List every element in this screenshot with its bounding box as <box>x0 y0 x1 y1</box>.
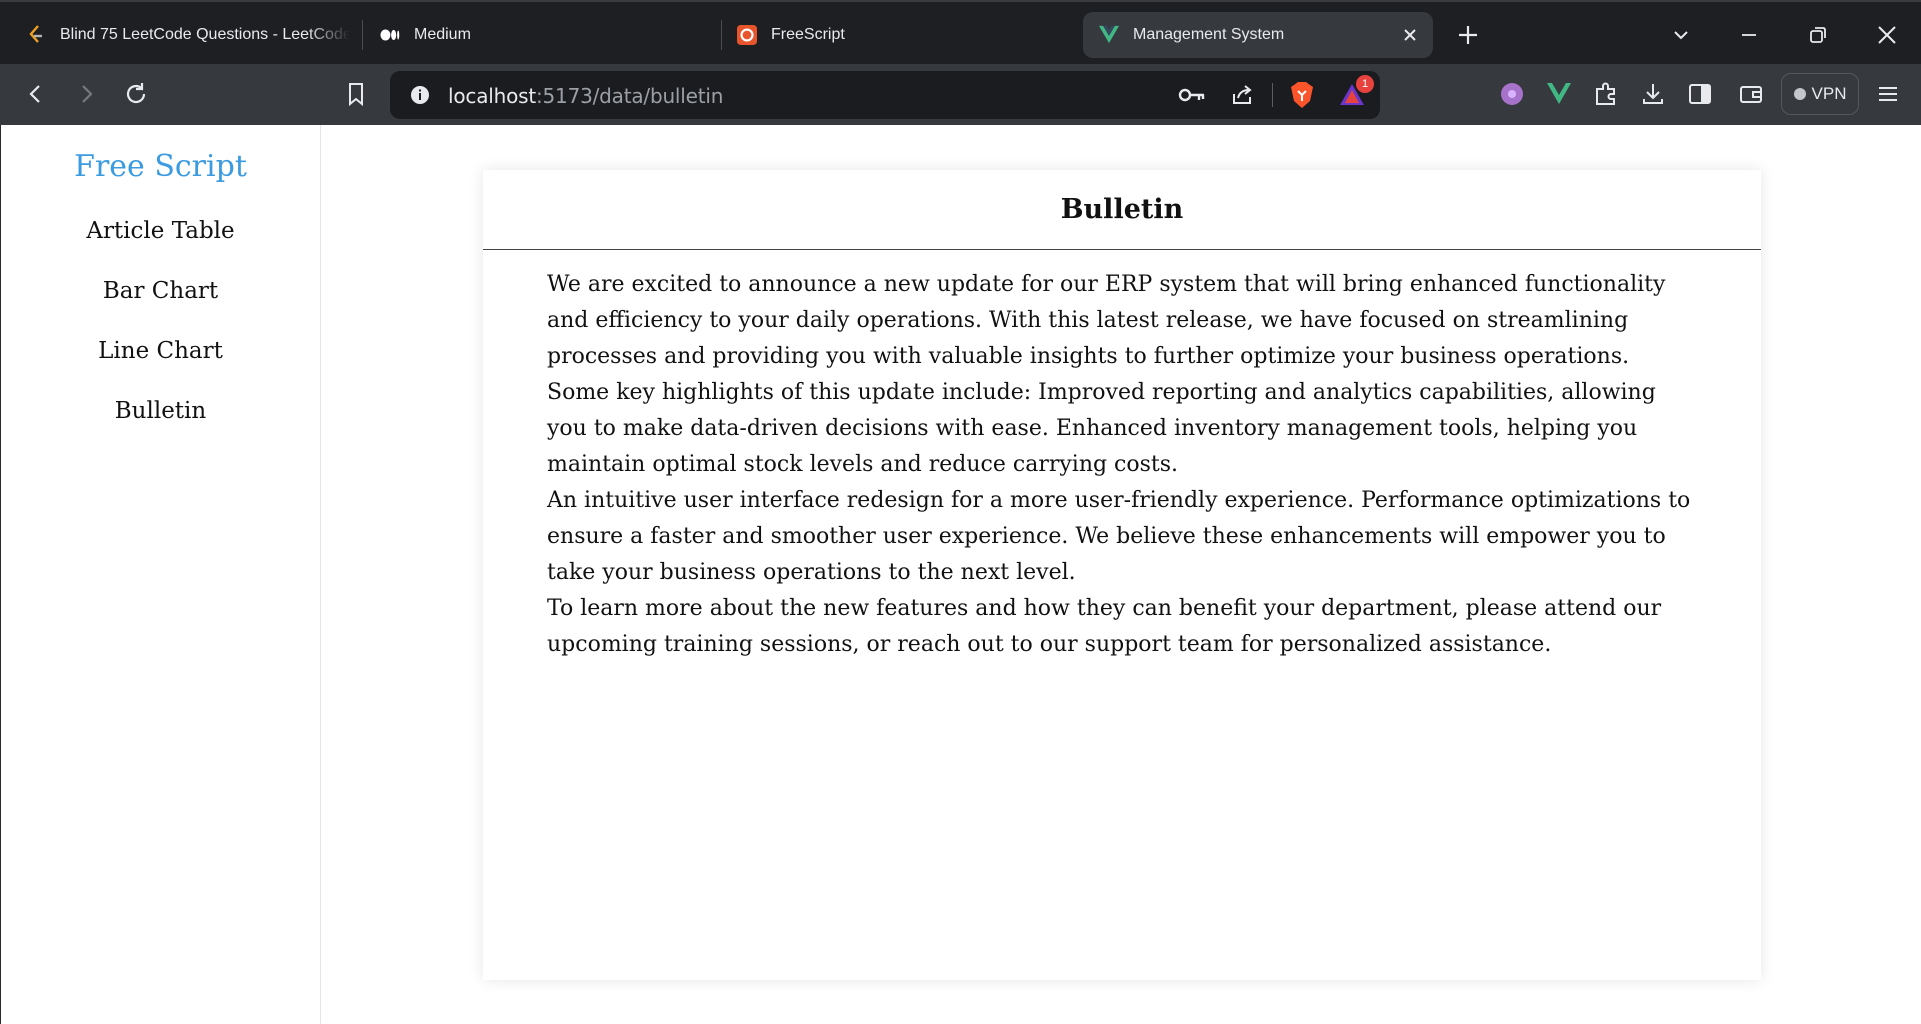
bookmark-icon[interactable] <box>342 80 370 108</box>
bulletin-card: Bulletin We are excited to announce a ne… <box>483 170 1761 980</box>
url-text[interactable]: localhost:5173/data/bulletin <box>448 84 723 108</box>
vue-icon <box>1099 25 1119 45</box>
sidebar-item-bar-chart[interactable]: Bar Chart <box>1 274 320 308</box>
tab-title: FreeScript <box>771 26 845 43</box>
new-tab-icon[interactable] <box>1455 22 1481 48</box>
bulletin-title: Bulletin <box>483 170 1761 250</box>
address-bar[interactable]: localhost:5173/data/bulletin 1 <box>390 71 1380 119</box>
tab-freescript[interactable]: FreeScript <box>737 12 1067 58</box>
tab-title: Medium <box>414 26 471 43</box>
sidebar-toggle-icon[interactable] <box>1686 80 1714 108</box>
freescript-icon <box>737 25 757 45</box>
browser-tab-bar: Blind 75 LeetCode Questions - LeetCode D… <box>0 0 1921 64</box>
bulletin-paragraph: An intuitive user interface redesign for… <box>547 488 1691 585</box>
close-window-icon[interactable] <box>1874 22 1900 48</box>
leetcode-icon <box>26 25 46 45</box>
reload-icon[interactable] <box>122 80 150 108</box>
tab-divider <box>721 20 722 50</box>
url-divider <box>1272 83 1273 107</box>
browser-toolbar: localhost:5173/data/bulletin 1 VPN <box>0 64 1921 125</box>
brand-title[interactable]: Free Script <box>1 149 320 184</box>
tab-management-system[interactable]: Management System <box>1083 12 1433 58</box>
forward-icon[interactable] <box>72 80 100 108</box>
tab-title: Blind 75 LeetCode Questions - LeetCode D… <box>60 26 350 43</box>
sidebar-item-line-chart[interactable]: Line Chart <box>1 334 320 368</box>
vpn-status-icon <box>1793 88 1806 100</box>
restore-icon[interactable] <box>1805 22 1831 48</box>
notification-badge: 1 <box>1356 75 1374 93</box>
bulletin-paragraph: To learn more about the new features and… <box>547 596 1662 657</box>
tab-leetcode[interactable]: Blind 75 LeetCode Questions - LeetCode D… <box>26 12 356 58</box>
key-icon[interactable] <box>1178 81 1206 109</box>
downloads-icon[interactable] <box>1639 80 1667 108</box>
share-icon[interactable] <box>1228 81 1256 109</box>
extensions-icon[interactable] <box>1592 80 1620 108</box>
url-host: localhost <box>448 84 536 108</box>
sidebar-item-bulletin[interactable]: Bulletin <box>1 394 320 428</box>
tab-search-chevron-icon[interactable] <box>1668 22 1694 48</box>
menu-icon[interactable] <box>1874 80 1902 108</box>
url-path: :5173/data/bulletin <box>535 84 724 108</box>
bulletin-paragraph: We are excited to announce a new update … <box>547 272 1666 369</box>
sidebar-item-article-table[interactable]: Article Table <box>1 214 320 248</box>
bulletin-paragraph: Some key highlights of this update inclu… <box>547 380 1656 477</box>
close-tab-icon[interactable] <box>1399 24 1421 46</box>
tab-divider <box>362 20 363 50</box>
page: Free Script Article Table Bar Chart Line… <box>0 125 1921 1024</box>
tab-medium[interactable]: Medium <box>380 12 710 58</box>
minimize-icon[interactable] <box>1736 22 1762 48</box>
vpn-button[interactable]: VPN <box>1781 73 1859 115</box>
vpn-label: VPN <box>1811 84 1847 103</box>
sidebar: Free Script Article Table Bar Chart Line… <box>1 125 321 1024</box>
profile-extension-icon[interactable] <box>1498 80 1526 108</box>
wallet-icon[interactable] <box>1737 80 1765 108</box>
tab-title: Management System <box>1133 26 1285 43</box>
medium-icon <box>380 25 400 45</box>
back-icon[interactable] <box>22 80 50 108</box>
site-info-icon[interactable] <box>406 81 434 109</box>
brave-shields-icon[interactable] <box>1288 81 1316 109</box>
vue-devtools-icon[interactable] <box>1545 80 1573 108</box>
bulletin-body: We are excited to announce a new update … <box>483 250 1761 663</box>
